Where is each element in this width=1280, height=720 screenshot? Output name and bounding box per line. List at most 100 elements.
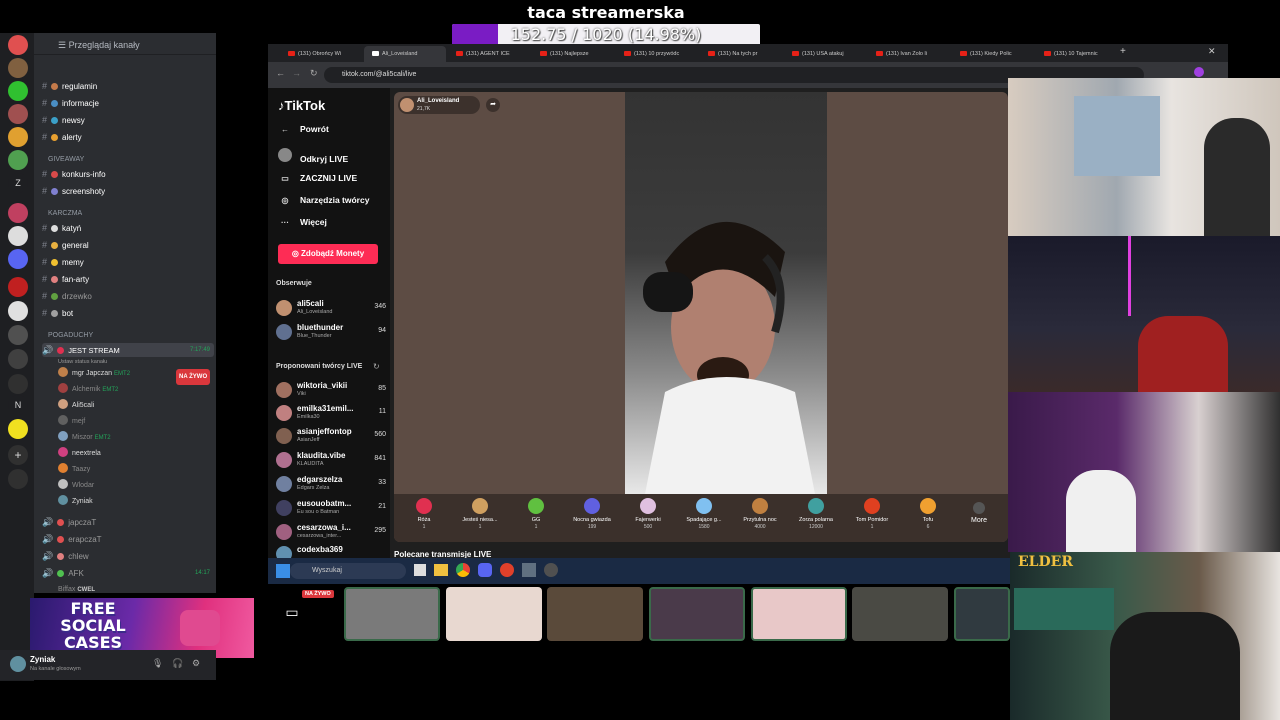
browser-tab[interactable]: (131) Ivan Zolo li — [868, 46, 950, 62]
nav-discover-live[interactable]: Odkryj LIVE — [278, 148, 348, 164]
chrome-icon[interactable] — [456, 563, 470, 577]
more-gifts-button[interactable]: More — [954, 502, 1004, 524]
stream-card[interactable] — [751, 587, 847, 641]
gift-item[interactable]: Zorza polarna 12000 — [788, 498, 844, 530]
browser-tab[interactable]: (131) Na tych pr — [700, 46, 782, 62]
server-icon[interactable] — [8, 58, 28, 78]
gift-item[interactable]: Przytulna noc 4000 — [732, 498, 788, 530]
task-view-icon[interactable] — [414, 564, 426, 576]
share-icon[interactable]: ➦ — [486, 98, 500, 112]
voice-user[interactable]: Biffax CWEL — [58, 583, 95, 597]
nav-more[interactable]: ··· Więcej — [278, 214, 327, 230]
server-icon[interactable] — [8, 301, 28, 321]
app-icon[interactable] — [522, 563, 536, 577]
reload-icon[interactable]: ↻ — [310, 68, 318, 79]
headphones-icon[interactable]: 🎧 — [172, 658, 183, 669]
channel-informacje[interactable]: # informacje — [42, 96, 99, 110]
gift-item[interactable]: GG 1 — [508, 498, 564, 530]
category-pogaduchy[interactable]: POGADUCHY — [48, 330, 93, 342]
channel-memy[interactable]: # memy — [42, 255, 84, 269]
server-icon[interactable] — [8, 150, 28, 170]
taskbar-search-input[interactable]: Wyszukaj — [290, 563, 406, 579]
forward-icon[interactable]: → — [292, 68, 301, 78]
category-karczma[interactable]: KARCZMA — [48, 208, 82, 220]
browser-tab[interactable]: (131) AGENT ICE — [448, 46, 530, 62]
server-icon[interactable] — [8, 104, 28, 124]
stream-card[interactable] — [547, 587, 643, 641]
server-icon[interactable]: Z — [8, 173, 28, 193]
server-icon[interactable] — [8, 226, 28, 246]
voice-channel-japczat[interactable]: 🔊 japczaT — [42, 515, 96, 529]
avatar[interactable] — [10, 656, 26, 672]
server-icon[interactable] — [8, 349, 28, 369]
channel-bot[interactable]: # bot — [42, 306, 73, 320]
live-stream-player[interactable]: Ali_Loveisland 21,7K ➦ Róża 1 Jesteś nies… — [394, 92, 1008, 542]
channel-fan-arty[interactable]: # fan-arty — [42, 272, 89, 286]
stream-card[interactable] — [446, 587, 542, 641]
nav-creator-tools[interactable]: ◎ Narzędzia twórcy — [278, 192, 370, 208]
gift-item[interactable]: Fajerwerki 500 — [620, 498, 676, 530]
gift-item[interactable]: Tom Pomidor 1 — [844, 498, 900, 530]
channel-regulamin[interactable]: # regulamin — [42, 79, 97, 93]
gift-item[interactable]: Róża 1 — [396, 498, 452, 530]
browser-tab[interactable]: (131) Najlepsze — [532, 46, 614, 62]
stream-card[interactable] — [852, 587, 948, 641]
server-icon[interactable] — [8, 35, 28, 55]
browser-tab[interactable]: (131) Kiedy Polic — [952, 46, 1034, 62]
channel-konkurs-info[interactable]: # konkurs-info — [42, 167, 106, 181]
server-icon[interactable]: N — [8, 395, 28, 415]
voice-channel-afk[interactable]: 🔊 AFK 14:17 — [42, 566, 214, 580]
file-explorer-icon[interactable] — [434, 564, 448, 576]
suggested-item[interactable]: wiktoria_vikii Viki 85 — [276, 380, 386, 402]
nav-back[interactable]: ← Powrót — [278, 121, 329, 137]
gift-item[interactable]: Nocna gwiazda 199 — [564, 498, 620, 530]
server-icon[interactable] — [8, 419, 28, 439]
server-icon[interactable] — [8, 127, 28, 147]
server-icon[interactable] — [8, 81, 28, 101]
voice-user[interactable]: mgr Japczan EMT2 NA ŻYWO — [58, 367, 211, 385]
channel-drzewko[interactable]: # drzewko — [42, 289, 92, 303]
suggested-item[interactable]: codexba369 — [276, 544, 386, 558]
gift-item[interactable]: Tofu 6 — [900, 498, 956, 530]
browser-tab[interactable]: (131) 10 przywódc — [616, 46, 698, 62]
browser-tab[interactable]: (131) 10 Tajemnic — [1036, 46, 1118, 62]
add-server-icon[interactable]: + — [8, 445, 28, 465]
suggested-item[interactable]: klaudita.vibe KLAUDITA 841 — [276, 450, 386, 472]
suggested-item[interactable]: cesarzowa_i... cesarzowa_inter... 295 — [276, 522, 386, 544]
voice-user[interactable]: neextrela — [58, 447, 101, 461]
close-window-icon[interactable]: ✕ — [1208, 46, 1216, 57]
streamer-badge[interactable]: Ali_Loveisland 21,7K — [398, 96, 480, 114]
suggested-item[interactable]: eusouobatm... Eu sou o Batman 21 — [276, 498, 386, 520]
tiktok-logo[interactable]: ♪TikTok — [278, 98, 325, 113]
browser-tab-active[interactable]: Ali_Loveisland — [364, 46, 446, 62]
voice-channel-chlew[interactable]: 🔊 chlew — [42, 549, 89, 563]
stream-card[interactable] — [649, 587, 745, 641]
channel-alerty[interactable]: # alerty — [42, 130, 82, 144]
channel-general[interactable]: # general — [42, 238, 89, 252]
refresh-icon[interactable]: ↻ — [373, 362, 380, 371]
browser-tab[interactable]: (131) USA atakuj — [784, 46, 866, 62]
gift-item[interactable]: Jesteś niesa... 1 — [452, 498, 508, 530]
voice-user[interactable]: Zyniak — [58, 495, 93, 509]
profile-icon[interactable] — [1194, 67, 1204, 77]
discord-icon[interactable] — [478, 563, 492, 577]
voice-channel-erapczat[interactable]: 🔊 erapczaT — [42, 532, 102, 546]
server-icon[interactable] — [8, 249, 28, 269]
settings-icon[interactable]: ⚙ — [192, 658, 200, 669]
mic-icon[interactable]: 🎙 — [152, 658, 163, 669]
server-icon[interactable] — [8, 325, 28, 345]
stream-card[interactable] — [344, 587, 440, 641]
get-coins-button[interactable]: ◎ Zdobądź Monety — [278, 244, 378, 264]
discover-icon[interactable] — [8, 469, 28, 489]
gift-item[interactable]: Spadające g... 1580 — [676, 498, 732, 530]
voice-user[interactable]: Taazy — [58, 463, 90, 477]
new-tab-icon[interactable]: + — [1120, 46, 1126, 57]
server-icon[interactable] — [8, 374, 28, 394]
following-item[interactable]: ali5cali Ali_Loveisland 346 — [276, 298, 386, 320]
voice-user[interactable]: Ali5cali — [58, 399, 94, 413]
browser-tab[interactable]: (131) Obrońcy Wi — [280, 46, 362, 62]
following-item[interactable]: bluethunder Blue_Thunder 94 — [276, 322, 386, 344]
back-icon[interactable]: ← — [276, 68, 285, 78]
windows-start-icon[interactable] — [276, 564, 290, 578]
channel-screenshoty[interactable]: # screenshoty — [42, 184, 105, 198]
